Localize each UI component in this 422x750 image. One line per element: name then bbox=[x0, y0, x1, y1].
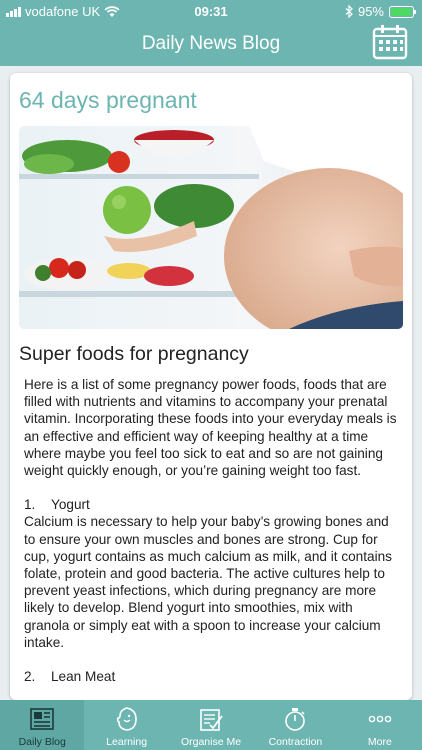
tab-organise-me[interactable]: Organise Me bbox=[169, 700, 253, 750]
list-item-number: 1. bbox=[24, 497, 36, 513]
more-dots-icon bbox=[368, 715, 392, 723]
tab-contraction[interactable]: Contraction bbox=[253, 700, 337, 750]
list-item-title: Yogurt bbox=[51, 497, 90, 513]
tab-label: More bbox=[367, 736, 392, 748]
tab-label: Contraction bbox=[268, 736, 323, 748]
bluetooth-icon bbox=[345, 5, 353, 18]
list-item: 1. Yogurt Calcium is necessary to help yo… bbox=[24, 496, 400, 651]
tab-more[interactable]: More bbox=[338, 700, 422, 750]
checklist-icon bbox=[200, 709, 223, 731]
article-image bbox=[19, 126, 403, 329]
tab-learning[interactable]: Learning bbox=[84, 700, 168, 750]
tab-label: Organise Me bbox=[180, 736, 242, 748]
article-title: 64 days pregnant bbox=[19, 87, 197, 113]
tab-bar: Daily Blog Learning Organise Me Contract… bbox=[0, 700, 422, 750]
blog-icon bbox=[30, 708, 55, 730]
tab-label: Learning bbox=[106, 736, 148, 748]
stopwatch-icon bbox=[285, 708, 306, 731]
tab-label: Daily Blog bbox=[18, 736, 66, 748]
tab-daily-blog[interactable]: Daily Blog bbox=[0, 700, 85, 750]
nav-bar: Daily News Blog bbox=[0, 24, 422, 66]
list-item-number: 2. bbox=[24, 669, 36, 685]
article-card[interactable]: 64 days pregnant Super foods for pregnan… bbox=[10, 73, 412, 700]
baby-head-icon bbox=[116, 707, 137, 731]
intro-paragraph: Here is a list of some pregnancy power f… bbox=[24, 377, 397, 479]
list-item-text: Calcium is necessary to help your baby’s… bbox=[24, 514, 392, 650]
list-item-title: Lean Meat bbox=[51, 669, 116, 685]
status-bar: vodafone UK 09:31 95% bbox=[0, 0, 422, 24]
battery-percent: 95% bbox=[357, 4, 384, 19]
battery-icon bbox=[389, 5, 416, 18]
section-heading: Super foods for pregnancy bbox=[19, 343, 249, 365]
article-body: Here is a list of some pregnancy power f… bbox=[24, 376, 400, 685]
app-title: Daily News Blog bbox=[141, 33, 281, 54]
list-item: 2. Lean Meat bbox=[24, 668, 400, 685]
calendar-icon[interactable] bbox=[372, 24, 408, 60]
